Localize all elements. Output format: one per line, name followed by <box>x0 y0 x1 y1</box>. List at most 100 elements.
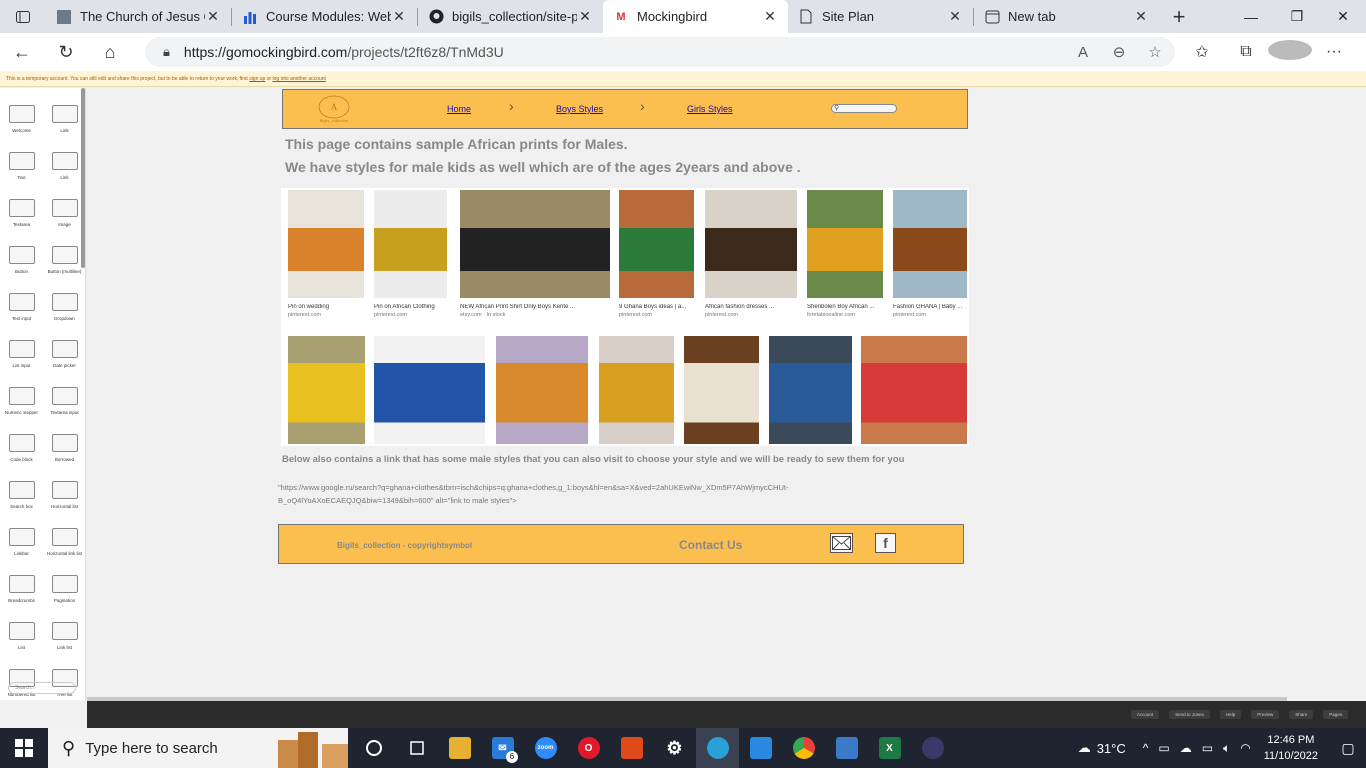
weather-widget[interactable]: ☁ 31°C <box>1078 740 1126 756</box>
statusbar-button[interactable]: Preview <box>1251 710 1280 719</box>
mail-icon[interactable] <box>830 533 853 553</box>
gallery-photo[interactable] <box>705 190 797 298</box>
gallery-photo[interactable] <box>893 190 967 298</box>
browser-tab-mockingbird[interactable]: M Mockingbird ✕ <box>603 0 788 33</box>
palette-item[interactable]: Pagination <box>43 566 85 611</box>
gallery-photo[interactable] <box>599 336 674 444</box>
chrome-icon[interactable] <box>782 728 825 768</box>
palette-item[interactable]: List input <box>0 331 43 376</box>
gallery-photo[interactable] <box>807 190 883 298</box>
gallery-photo[interactable] <box>374 336 485 444</box>
mail-app-icon[interactable]: ✉ 6 <box>481 728 524 768</box>
close-window-icon[interactable]: ✕ <box>1320 0 1366 33</box>
back-arrow-icon[interactable]: ← <box>0 33 44 71</box>
file-explorer-icon[interactable] <box>438 728 481 768</box>
palette-item[interactable]: Textarea <box>0 190 43 235</box>
close-icon[interactable]: ✕ <box>391 8 407 25</box>
gallery-photo[interactable] <box>288 190 364 298</box>
settings-gear-icon[interactable]: ⚙ <box>653 728 696 768</box>
more-menu-icon[interactable]: ··· <box>1312 43 1356 61</box>
photo-caption[interactable]: Pin on wedding pinterest.com <box>288 304 364 318</box>
close-icon[interactable]: ✕ <box>947 8 963 25</box>
contact-us-link[interactable]: Contact Us <box>679 538 742 552</box>
palette-item[interactable]: Horizontal link list <box>43 519 85 564</box>
palette-item[interactable]: Numeric stepper <box>0 378 43 423</box>
palette-item[interactable]: Numbered list <box>0 660 43 700</box>
statusbar-button[interactable]: Help <box>1219 710 1242 719</box>
minimize-icon[interactable]: — <box>1228 0 1274 33</box>
opera-icon[interactable]: O <box>567 728 610 768</box>
restore-icon[interactable]: ❐ <box>1274 0 1320 33</box>
close-icon[interactable]: ✕ <box>762 8 778 25</box>
gallery-photo[interactable] <box>374 190 447 298</box>
palette-item[interactable]: Link list <box>43 613 85 658</box>
palette-item[interactable]: Text input <box>0 284 43 329</box>
palette-item[interactable]: Text <box>0 143 43 188</box>
battery-icon[interactable]: ▭ <box>1202 741 1213 755</box>
photo-caption[interactable]: Pin on African Clothing pinterest.com <box>374 304 447 318</box>
browser-tab-new-tab[interactable]: New tab ✕ <box>974 0 1159 33</box>
gallery-photo[interactable] <box>619 190 694 298</box>
favorites-icon[interactable]: ✩ <box>1180 42 1224 62</box>
photos-icon[interactable] <box>825 728 868 768</box>
palette-item[interactable]: Horizontal list <box>43 472 85 517</box>
sign-up-link[interactable]: sign up <box>249 76 265 82</box>
read-aloud-icon[interactable]: A <box>1065 44 1101 61</box>
nav-home-link[interactable]: Home <box>447 104 471 114</box>
gallery-photo[interactable] <box>769 336 852 444</box>
gallery-photo[interactable] <box>496 336 588 444</box>
task-view-icon[interactable] <box>395 728 438 768</box>
close-icon[interactable]: ✕ <box>577 8 593 25</box>
onedrive-icon[interactable]: ☁ <box>1180 741 1192 755</box>
collections-icon[interactable]: ⧉ <box>1224 43 1268 61</box>
chevron-up-icon[interactable]: ^ <box>1143 741 1149 755</box>
palette-item[interactable]: Code block <box>0 425 43 470</box>
palette-item[interactable]: List <box>0 613 43 658</box>
taskbar-clock[interactable]: 12:46 PM 11/10/2022 <box>1264 732 1318 764</box>
palette-item[interactable]: Borrowed <box>43 425 85 470</box>
browser-tab-site-plan[interactable]: Site Plan ✕ <box>788 0 973 33</box>
zoom-out-icon[interactable]: ⊖ <box>1101 43 1137 61</box>
statusbar-button[interactable]: Pages <box>1323 710 1348 719</box>
statusbar-button[interactable]: Account <box>1130 710 1160 719</box>
notification-icon[interactable]: ▢ <box>1330 740 1366 757</box>
gallery-photo[interactable] <box>861 336 967 444</box>
mockup-search-input[interactable]: ⚲ <box>831 104 897 113</box>
office-icon[interactable] <box>610 728 653 768</box>
home-icon[interactable]: ⌂ <box>88 33 132 71</box>
browser-tab-church[interactable]: The Church of Jesus Ch ✕ <box>46 0 231 33</box>
wifi-icon[interactable]: ◠ <box>1240 741 1250 755</box>
palette-item[interactable]: Tree list <box>43 660 85 700</box>
meet-now-icon[interactable]: ▭ <box>1158 741 1169 755</box>
refresh-icon[interactable]: ↻ <box>44 33 88 71</box>
statusbar-button[interactable]: Send to Jones <box>1169 710 1210 719</box>
palette-item[interactable]: Dropdown <box>43 284 85 329</box>
palette-item[interactable]: Date picker <box>43 331 85 376</box>
photo-caption[interactable]: African fashion dresses ... pinterest.com <box>705 304 797 318</box>
login-link[interactable]: log into another account <box>273 76 326 82</box>
gallery-photo[interactable] <box>460 190 610 298</box>
obs-icon[interactable] <box>911 728 954 768</box>
facebook-icon[interactable]: f <box>875 533 896 553</box>
close-icon[interactable]: ✕ <box>1133 8 1149 25</box>
photo-caption[interactable]: Fashion GHANA | Baby ... pinterest.com <box>893 304 967 318</box>
palette-item[interactable]: Link <box>43 143 85 188</box>
add-favorite-icon[interactable]: ☆ <box>1137 43 1173 61</box>
taskbar-search-input[interactable]: ⚲ Type here to search <box>48 728 348 768</box>
close-icon[interactable]: ✕ <box>205 8 221 25</box>
palette-item[interactable]: Textarea input <box>43 378 85 423</box>
browser-tab-course-modules[interactable]: Course Modules: Web ✕ <box>232 0 417 33</box>
nav-girls-styles-link[interactable]: Girls Styles <box>687 104 733 114</box>
palette-item[interactable]: Button (multiline) <box>43 237 85 282</box>
photo-caption[interactable]: 9 Ghana Boys ideas | a... pinterest.com <box>619 304 694 318</box>
photo-caption[interactable]: Shenbolen Boy African ... foretabionaline… <box>807 304 883 318</box>
photo-caption[interactable]: NEW African Print Shirt Only Boys Kente … <box>460 304 610 318</box>
statusbar-button[interactable]: Share <box>1289 710 1314 719</box>
palette-item[interactable]: Link <box>43 96 85 141</box>
palette-item[interactable]: Button <box>0 237 43 282</box>
palette-search-input[interactable]: Search... <box>8 682 76 694</box>
excel-icon[interactable]: X <box>868 728 911 768</box>
palette-item[interactable]: Breadcrumbs <box>0 566 43 611</box>
volume-icon[interactable]: 🔈︎ <box>1223 741 1230 756</box>
vscode-icon[interactable] <box>739 728 782 768</box>
